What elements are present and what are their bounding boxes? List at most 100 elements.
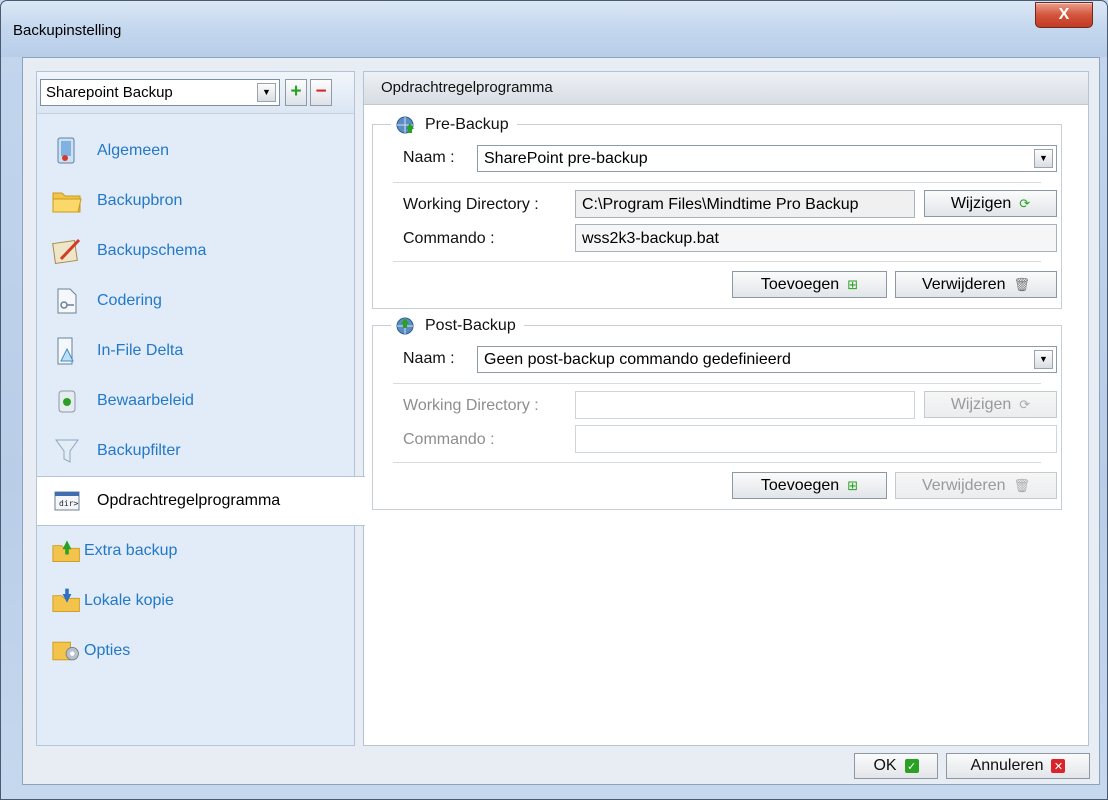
sidebar-item-label: Backupbron	[97, 192, 183, 209]
close-button[interactable]: X	[1035, 2, 1093, 28]
sidebar-item-label: Backupfilter	[97, 442, 181, 459]
refresh-icon: ⟳	[1019, 396, 1031, 412]
sidebar-item-extra-backup[interactable]: Extra backup	[37, 526, 354, 576]
post-working-directory-label: Working Directory :	[403, 397, 539, 414]
post-add-button[interactable]: Toevoegen ⊞	[732, 472, 887, 499]
window-title: Backupinstelling	[13, 22, 122, 39]
encryption-icon	[52, 286, 82, 316]
pre-backup-globe-icon	[395, 115, 415, 135]
post-remove-label: Verwijderen	[921, 476, 1006, 494]
svg-text:dir>: dir>	[59, 499, 78, 508]
sidebar-item-retention-policy[interactable]: Bewaarbeleid	[37, 376, 354, 426]
post-name-combo[interactable]: Geen post-backup commando gedefinieerd ▼	[477, 346, 1057, 373]
cancel-label: Annuleren	[970, 757, 1044, 774]
post-backup-legend: Post-Backup	[391, 316, 524, 336]
sidebar-item-options[interactable]: Opties	[37, 626, 354, 676]
pre-remove-label: Verwijderen	[921, 275, 1006, 293]
page-title: Opdrachtregelprogramma	[364, 72, 1088, 105]
trash-icon: 🗑	[1013, 477, 1031, 493]
local-copy-icon	[52, 586, 82, 616]
post-backup-globe-icon	[395, 316, 415, 336]
refresh-icon: ⟳	[1019, 195, 1031, 211]
sidebar-item-backup-schedule[interactable]: Backupschema	[37, 226, 354, 276]
sidebar-item-label: In-File Delta	[97, 342, 184, 359]
post-backup-group: Post-Backup Naam : Geen post-backup comm…	[372, 316, 1062, 510]
post-name-value: Geen post-backup commando gedefinieerd	[484, 351, 791, 368]
trash-icon: 🗑	[1013, 276, 1031, 292]
post-name-label: Naam :	[403, 350, 455, 367]
pre-add-button[interactable]: Toevoegen ⊞	[732, 271, 887, 298]
chevron-down-icon[interactable]: ▼	[1034, 149, 1053, 168]
recycle-bin-icon	[52, 386, 82, 416]
sidebar-item-label: Codering	[97, 292, 162, 309]
sidebar-item-label: Algemeen	[97, 142, 170, 159]
pre-change-label: Wijzigen	[950, 194, 1012, 212]
post-command-label: Commando :	[403, 431, 495, 448]
post-change-directory-button[interactable]: Wijzigen ⟳	[924, 391, 1057, 418]
sidebar-item-command-line[interactable]: dir> Opdrachtregelprogramma	[37, 476, 365, 526]
divider	[393, 383, 1041, 384]
divider	[393, 182, 1041, 183]
ok-label: OK	[873, 757, 897, 774]
pre-working-directory-field[interactable]: C:\Program Files\Mindtime Pro Backup	[575, 190, 915, 218]
profile-row: Sharepoint Backup ▼ + −	[37, 72, 354, 114]
post-working-directory-field[interactable]	[575, 391, 915, 419]
pre-backup-legend: Pre-Backup	[391, 115, 517, 135]
general-icon	[52, 136, 82, 166]
profile-select[interactable]: Sharepoint Backup ▼	[40, 79, 280, 106]
divider	[393, 462, 1041, 463]
sidebar-item-in-file-delta[interactable]: In-File Delta	[37, 326, 354, 376]
pre-backup-title: Pre-Backup	[425, 116, 509, 133]
post-backup-title: Post-Backup	[425, 317, 516, 334]
sidebar-item-encryption[interactable]: Codering	[37, 276, 354, 326]
nav-list: Algemeen Backupbron Backupschema Coderin…	[37, 126, 365, 676]
sidebar-item-label: Opties	[84, 642, 131, 659]
pre-remove-button[interactable]: Verwijderen 🗑	[895, 271, 1057, 298]
cancel-button[interactable]: Annuleren ✕	[946, 753, 1090, 779]
command-line-icon: dir>	[52, 486, 82, 516]
checkmark-icon: ✓	[904, 759, 919, 773]
add-icon: ⊞	[847, 276, 859, 292]
pre-working-directory-label: Working Directory :	[403, 196, 539, 213]
chevron-down-icon[interactable]: ▼	[257, 83, 276, 102]
schedule-icon	[52, 236, 82, 266]
pre-name-label: Naam :	[403, 149, 455, 166]
add-icon: ⊞	[847, 477, 859, 493]
extra-backup-icon	[52, 536, 82, 566]
sidebar-item-backup-filter[interactable]: Backupfilter	[37, 426, 354, 476]
pre-backup-group: Pre-Backup Naam : SharePoint pre-backup …	[372, 115, 1062, 309]
post-change-label: Wijzigen	[950, 395, 1012, 413]
pre-add-label: Toevoegen	[760, 275, 840, 293]
ok-button[interactable]: OK ✓	[854, 753, 938, 779]
options-icon	[52, 636, 82, 666]
sidebar-item-label: Bewaarbeleid	[97, 392, 194, 409]
sidebar-item-label: Lokale kopie	[84, 592, 174, 609]
divider	[393, 261, 1041, 262]
folder-icon	[52, 186, 82, 216]
dialog-window: Backupinstelling X Sharepoint Backup ▼ +…	[0, 0, 1108, 800]
sidebar-item-backup-source[interactable]: Backupbron	[37, 176, 354, 226]
sidebar-item-local-copy[interactable]: Lokale kopie	[37, 576, 354, 626]
close-icon: ✕	[1051, 759, 1066, 773]
profile-select-value: Sharepoint Backup	[46, 84, 173, 101]
post-add-label: Toevoegen	[760, 476, 840, 494]
delta-icon	[52, 336, 82, 366]
post-command-field[interactable]	[575, 425, 1057, 453]
post-remove-button[interactable]: Verwijderen 🗑	[895, 472, 1057, 499]
remove-profile-button[interactable]: −	[310, 79, 332, 106]
sidebar-item-label: Extra backup	[84, 542, 178, 559]
dialog-client-area: Sharepoint Backup ▼ + − Algemeen Backupb…	[22, 57, 1100, 785]
sidebar: Sharepoint Backup ▼ + − Algemeen Backupb…	[36, 71, 365, 746]
pre-command-field[interactable]: wss2k3-backup.bat	[575, 224, 1057, 252]
pre-change-directory-button[interactable]: Wijzigen ⟳	[924, 190, 1057, 217]
chevron-down-icon[interactable]: ▼	[1034, 350, 1053, 369]
sidebar-item-label: Backupschema	[97, 242, 207, 259]
add-profile-button[interactable]: +	[285, 79, 307, 106]
main-panel: Opdrachtregelprogramma Pre-Backup Naam :…	[363, 71, 1089, 746]
sidebar-item-general[interactable]: Algemeen	[37, 126, 354, 176]
pre-name-combo[interactable]: SharePoint pre-backup ▼	[477, 145, 1057, 172]
pre-name-value: SharePoint pre-backup	[484, 150, 648, 167]
title-bar[interactable]: Backupinstelling X	[1, 1, 1107, 57]
filter-icon	[52, 436, 82, 466]
pre-command-label: Commando :	[403, 230, 495, 247]
